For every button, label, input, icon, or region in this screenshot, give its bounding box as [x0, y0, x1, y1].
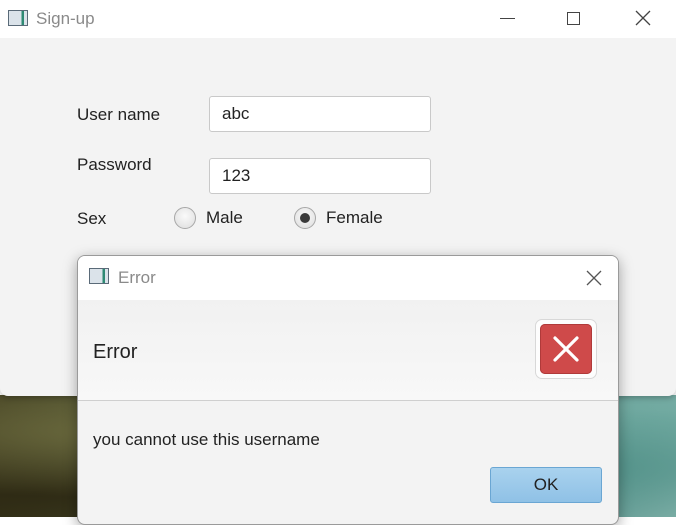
ok-button[interactable]: OK — [490, 467, 602, 503]
maximize-icon — [566, 11, 580, 25]
radio-male-circle[interactable] — [174, 207, 196, 229]
signup-titlebar: Sign-up — [0, 0, 676, 38]
username-label: User name — [77, 105, 161, 124]
error-icon-background — [540, 324, 592, 374]
radio-selected-dot — [300, 213, 310, 223]
close-button[interactable] — [620, 0, 666, 36]
radio-female[interactable]: Female — [294, 207, 383, 229]
radio-male[interactable]: Male — [174, 207, 243, 229]
close-icon — [586, 270, 602, 286]
maximize-button[interactable] — [550, 0, 596, 36]
x-mark-icon — [553, 336, 579, 362]
close-icon — [635, 10, 651, 26]
dialog-titlebar: Error — [78, 256, 618, 300]
sex-label: Sex — [77, 209, 107, 228]
minimize-button[interactable] — [484, 0, 530, 36]
app-icon — [8, 10, 28, 26]
dialog-header: Error — [78, 300, 618, 401]
dialog-header-text: Error — [93, 341, 138, 363]
password-field[interactable]: 123 — [209, 158, 431, 194]
error-dialog: Error Error you cannot use this username… — [77, 255, 619, 525]
error-message: you cannot use this username — [93, 430, 320, 449]
dialog-title: Error — [118, 268, 156, 287]
radio-male-label: Male — [206, 208, 243, 227]
window-title: Sign-up — [36, 9, 95, 28]
radio-female-label: Female — [326, 208, 383, 227]
radio-female-circle[interactable] — [294, 207, 316, 229]
password-label: Password — [77, 155, 152, 174]
minimize-icon — [499, 17, 515, 19]
dialog-close-button[interactable] — [572, 256, 616, 300]
error-icon — [535, 319, 597, 379]
dialog-app-icon — [89, 268, 109, 284]
username-field[interactable]: abc — [209, 96, 431, 132]
